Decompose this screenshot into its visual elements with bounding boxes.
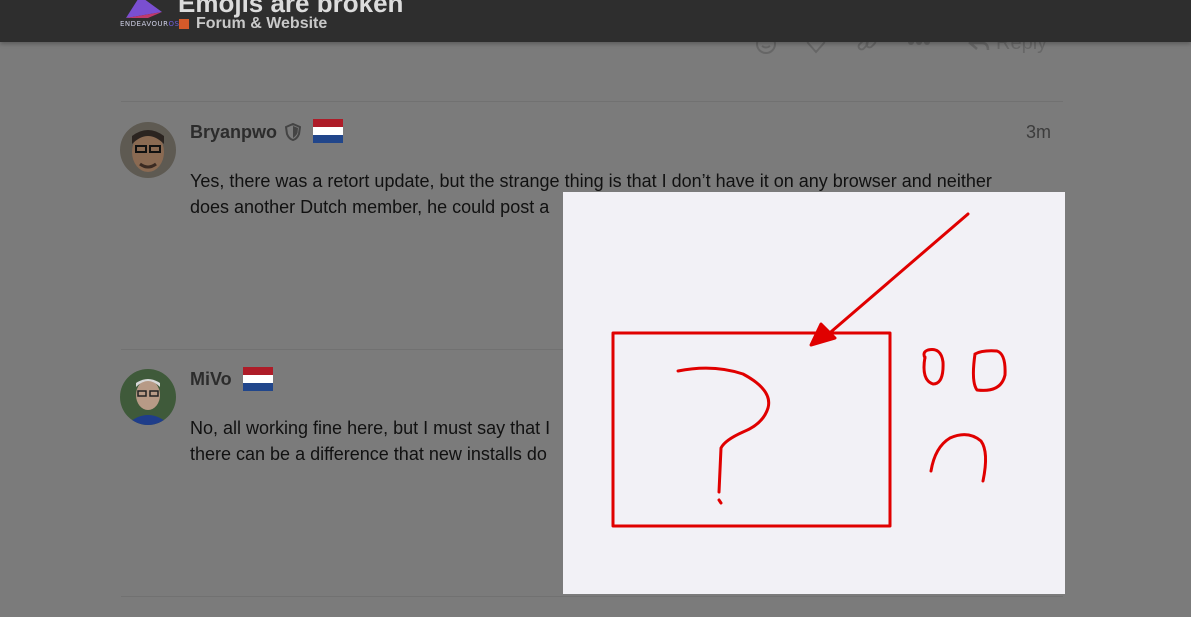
category-link[interactable]: Forum & Website (179, 15, 327, 33)
question-mark-dot (717, 498, 723, 505)
username-bryanpwo[interactable]: Bryanpwo (190, 122, 277, 143)
avatar-bryanpwo[interactable] (120, 122, 176, 178)
netherlands-flag-icon (243, 367, 273, 391)
question-mark-curve (676, 366, 771, 494)
broken-emoji-drawing (611, 212, 1007, 528)
netherlands-flag-icon (313, 119, 343, 143)
brand-wordmark: ENDEAVOUROS (120, 20, 180, 28)
avatar-mivo[interactable] (120, 369, 176, 425)
post-divider (121, 101, 1063, 102)
arrow-line (823, 212, 970, 339)
post-divider (121, 596, 1063, 597)
username-mivo[interactable]: MiVo (190, 369, 232, 390)
post-body-line: No, all working fine here, but I must sa… (190, 418, 551, 438)
post-body-line: does another Dutch member, he could post… (190, 197, 550, 217)
post-body-line: there can be a difference that new insta… (190, 444, 547, 464)
header-bar: ENDEAVOUROS Emojis are broken Forum & We… (0, 0, 1191, 42)
right-eye (971, 349, 1007, 392)
left-eye (922, 348, 945, 386)
moderator-shield-icon (285, 123, 301, 141)
category-color-badge (179, 19, 189, 29)
endeavouros-logo-icon[interactable] (118, 0, 170, 36)
drawing-panel (563, 192, 1065, 594)
post-time[interactable]: 3m (1026, 122, 1051, 143)
post-body-line: Yes, there was a retort update, but the … (190, 171, 992, 191)
frown-mouth (929, 433, 988, 483)
category-label: Forum & Website (196, 15, 328, 32)
